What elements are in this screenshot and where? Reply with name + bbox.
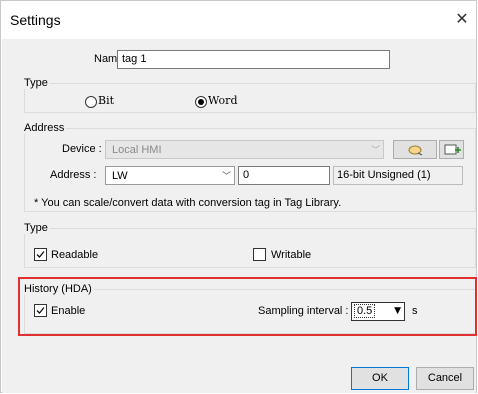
address-label: Address : (50, 169, 97, 181)
writable-checkbox[interactable] (253, 248, 266, 261)
chevron-down-icon: ﹀ (221, 172, 231, 182)
bit-radio-label: Bit (98, 94, 115, 107)
device-value: Local HMI (112, 144, 162, 156)
highlight-box (18, 277, 477, 336)
readable-checkbox[interactable] (34, 248, 47, 261)
tag-edit-icon (408, 145, 423, 156)
chevron-down-icon: ﹀ (370, 146, 380, 156)
data-format-box: 16-bit Unsigned (1) (333, 166, 463, 185)
device-select: Local HMI ﹀ (105, 140, 384, 159)
name-input[interactable]: tag 1 (117, 50, 390, 69)
type-group-legend: Type (22, 77, 50, 89)
device-add-button[interactable] (439, 140, 464, 159)
title-bar: Settings ✕ (1, 1, 476, 39)
ok-button[interactable]: OK (351, 367, 409, 390)
conversion-note: * You can scale/convert data with conver… (34, 197, 342, 209)
word-radio-label: Word (208, 94, 238, 107)
device-settings-button[interactable] (393, 140, 437, 159)
readable-label: Readable (51, 249, 99, 261)
writable-label: Writable (271, 249, 312, 261)
address-value-input[interactable]: 0 (238, 166, 330, 185)
access-type-legend: Type (22, 222, 50, 234)
checkmark-icon (36, 251, 45, 258)
device-label: Device : (62, 143, 102, 155)
word-radio[interactable] (195, 96, 207, 108)
settings-dialog: Settings ✕ Name : tag 1 Type Bit Word Ad… (0, 0, 477, 393)
radio-selected-dot (198, 99, 204, 105)
data-format-text: 16-bit Unsigned (1) (337, 169, 431, 181)
bit-radio[interactable] (85, 96, 97, 108)
cancel-button[interactable]: Cancel (416, 367, 474, 390)
address-type-select[interactable]: LW ﹀ (105, 166, 235, 185)
dialog-body: Name : tag 1 Type Bit Word Address Devic… (2, 39, 476, 393)
add-device-icon (444, 144, 461, 155)
address-group-legend: Address (22, 122, 67, 134)
address-type-value: LW (112, 170, 128, 182)
dialog-title: Settings (10, 12, 61, 28)
access-type-group (24, 228, 476, 268)
close-icon[interactable]: ✕ (454, 11, 470, 27)
